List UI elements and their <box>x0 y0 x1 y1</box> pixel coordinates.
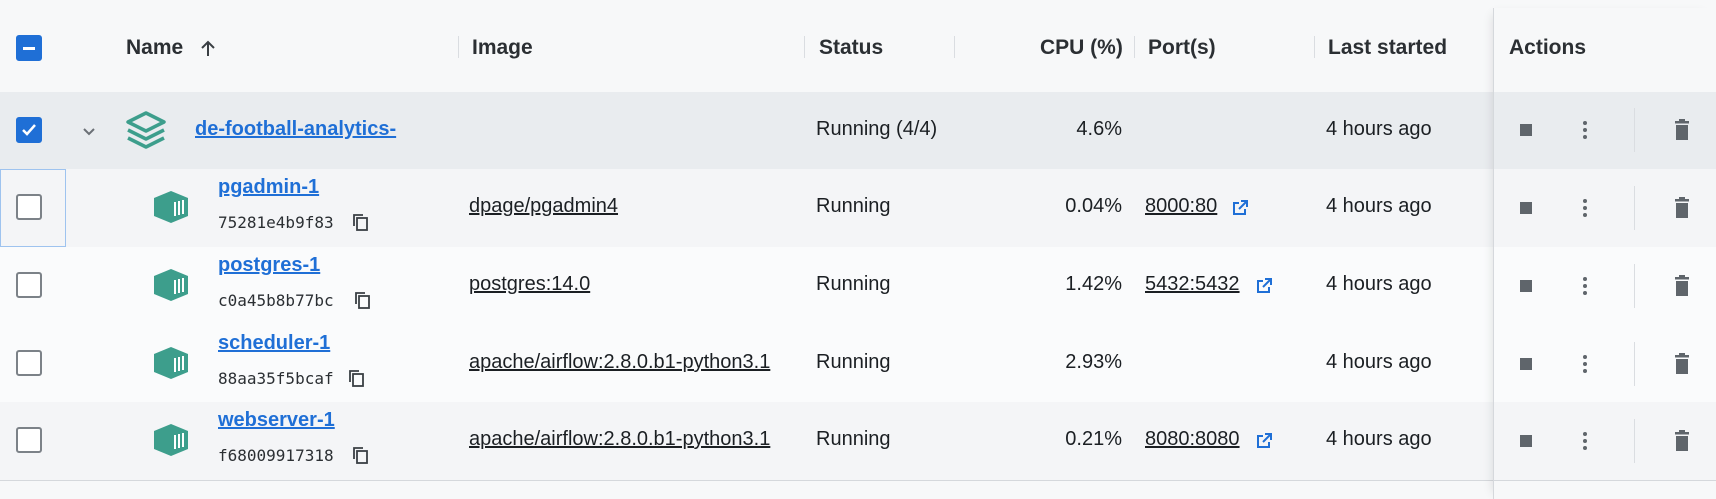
copy-icon[interactable] <box>352 446 370 466</box>
container-status: Running <box>816 351 891 373</box>
container-last-started: 4 hours ago <box>1326 351 1432 373</box>
header-cpu[interactable]: CPU (%) <box>1040 36 1123 60</box>
container-name-link[interactable]: scheduler-1 <box>218 332 330 355</box>
row-checkbox[interactable] <box>16 427 42 453</box>
container-name-link[interactable]: webserver-1 <box>218 409 335 432</box>
select-all-checkbox[interactable] <box>16 35 42 61</box>
row-checkbox[interactable] <box>16 194 42 220</box>
container-id: f68009917318 <box>218 446 334 465</box>
container-image-link[interactable]: dpage/pgadmin4 <box>469 195 618 218</box>
more-vertical-icon[interactable] <box>1576 120 1594 140</box>
table-row[interactable]: scheduler-1 88aa35f5bcaf apache/airflow:… <box>0 325 1716 403</box>
container-status: Running <box>816 195 891 217</box>
action-separator <box>1634 264 1635 308</box>
header-image[interactable]: Image <box>472 36 533 60</box>
header-actions: Actions <box>1509 36 1587 59</box>
container-port-link[interactable]: 8000:80 <box>1145 195 1217 218</box>
more-vertical-icon[interactable] <box>1576 198 1594 218</box>
header-last-started[interactable]: Last started <box>1328 36 1447 60</box>
indeterminate-icon <box>23 47 35 50</box>
stack-icon <box>126 111 166 149</box>
table-row[interactable]: pgadmin-1 75281e4b9f83 dpage/pgadmin4 Ru… <box>0 169 1716 247</box>
stop-icon[interactable] <box>1518 278 1534 294</box>
container-last-started: 4 hours ago <box>1326 273 1432 295</box>
table-header: Name Image Status CPU (%) Port(s) Last s… <box>0 0 1716 92</box>
action-separator <box>1634 186 1635 230</box>
header-status[interactable]: Status <box>819 36 883 60</box>
action-separator <box>1634 342 1635 386</box>
container-image-link[interactable]: apache/airflow:2.8.0.b1-python3.1 <box>469 351 770 374</box>
actions-column <box>1493 8 1716 499</box>
more-vertical-icon[interactable] <box>1576 354 1594 374</box>
header-name[interactable]: Name <box>126 36 183 60</box>
more-vertical-icon[interactable] <box>1576 431 1594 451</box>
copy-icon[interactable] <box>354 291 372 311</box>
row-checkbox[interactable] <box>16 272 42 298</box>
container-id: 75281e4b9f83 <box>218 213 334 232</box>
action-separator <box>1634 419 1635 463</box>
check-icon <box>22 124 36 136</box>
column-separator[interactable] <box>1314 36 1315 58</box>
trash-icon[interactable] <box>1672 353 1692 375</box>
container-cpu: 0.04% <box>1065 195 1122 217</box>
container-cpu: 2.93% <box>1065 351 1122 373</box>
column-separator[interactable] <box>458 36 459 58</box>
table-bottom-divider <box>0 480 1716 481</box>
container-icon <box>154 424 188 456</box>
stop-icon[interactable] <box>1518 122 1534 138</box>
copy-icon[interactable] <box>352 213 370 233</box>
containers-table: Name Image Status CPU (%) Port(s) Last s… <box>0 0 1716 499</box>
external-link-icon[interactable] <box>1231 199 1249 217</box>
compose-group-row[interactable]: de-football-analytics- Running (4/4) 4.6… <box>0 92 1716 170</box>
container-status: Running <box>816 428 891 450</box>
container-name-link[interactable]: pgadmin-1 <box>218 176 319 199</box>
group-name-link[interactable]: de-football-analytics- <box>195 118 396 141</box>
container-name-link[interactable]: postgres-1 <box>218 254 320 277</box>
external-link-icon[interactable] <box>1255 432 1273 450</box>
action-separator <box>1634 108 1635 152</box>
trash-icon[interactable] <box>1672 275 1692 297</box>
column-separator[interactable] <box>1134 36 1135 58</box>
container-image-link[interactable]: postgres:14.0 <box>469 273 590 296</box>
column-separator[interactable] <box>954 36 955 58</box>
stop-icon[interactable] <box>1518 200 1534 216</box>
copy-icon[interactable] <box>348 369 366 389</box>
container-image-link[interactable]: apache/airflow:2.8.0.b1-python3.1 <box>469 428 770 451</box>
container-last-started: 4 hours ago <box>1326 428 1432 450</box>
trash-icon[interactable] <box>1672 430 1692 452</box>
table-row[interactable]: webserver-1 f68009917318 apache/airflow:… <box>0 402 1716 480</box>
trash-icon[interactable] <box>1672 119 1692 141</box>
container-id: 88aa35f5bcaf <box>218 369 334 388</box>
sort-arrow-up-icon[interactable] <box>198 39 218 59</box>
container-icon <box>154 191 188 223</box>
container-port-link[interactable]: 5432:5432 <box>1145 273 1240 296</box>
column-separator[interactable] <box>804 36 805 58</box>
container-last-started: 4 hours ago <box>1326 195 1432 217</box>
more-vertical-icon[interactable] <box>1576 276 1594 296</box>
chevron-down-icon[interactable] <box>80 122 98 140</box>
trash-icon[interactable] <box>1672 197 1692 219</box>
container-id: c0a45b8b77bc <box>218 291 334 310</box>
row-checkbox[interactable] <box>16 350 42 376</box>
table-row[interactable]: postgres-1 c0a45b8b77bc postgres:14.0 Ru… <box>0 247 1716 325</box>
external-link-icon[interactable] <box>1255 277 1273 295</box>
container-cpu: 1.42% <box>1065 273 1122 295</box>
group-last-started: 4 hours ago <box>1326 118 1432 140</box>
container-icon <box>154 347 188 379</box>
container-port-link[interactable]: 8080:8080 <box>1145 428 1240 451</box>
stop-icon[interactable] <box>1518 433 1534 449</box>
container-cpu: 0.21% <box>1065 428 1122 450</box>
group-status: Running (4/4) <box>816 118 938 140</box>
group-checkbox[interactable] <box>16 117 42 143</box>
stop-icon[interactable] <box>1518 356 1534 372</box>
group-cpu: 4.6% <box>1076 118 1122 140</box>
header-ports[interactable]: Port(s) <box>1148 36 1216 60</box>
container-status: Running <box>816 273 891 295</box>
container-icon <box>154 269 188 301</box>
